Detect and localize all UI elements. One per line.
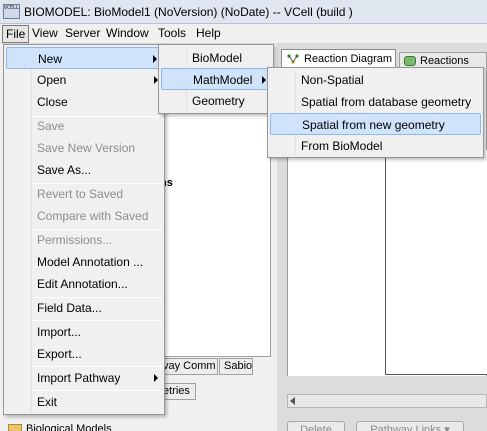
tab-reaction-diagram[interactable]: Reaction Diagram [281, 49, 396, 69]
tab-pathway-comm[interactable]: vay Comm [158, 358, 218, 375]
file-menu-field-data[interactable]: Field Data... [6, 297, 162, 319]
file-menu-permissions-label: Permissions... [37, 233, 113, 247]
file-menu-import[interactable]: Import... [6, 321, 162, 343]
spatial-new-geometry-label: Spatial from new geometry [302, 118, 445, 132]
spatial-db-geometry-label: Spatial from database geometry [301, 95, 472, 109]
file-menu-exit[interactable]: Exit [6, 391, 162, 413]
new-submenu-mathmodel[interactable]: MathModel [161, 68, 271, 90]
file-menu-compare-with-saved[interactable]: Compare with Saved [6, 205, 162, 227]
new-submenu-biomodel[interactable]: BioModel [161, 47, 271, 69]
file-menu-exit-label: Exit [37, 395, 58, 409]
file-menu-edit-annotation-label: Edit Annotation... [37, 277, 128, 291]
menu-file[interactable]: File [2, 25, 30, 43]
file-menu-export[interactable]: Export... [6, 343, 162, 365]
pathway-links-button[interactable]: Pathway Links ▾ [356, 421, 464, 431]
tree-item-biological-models[interactable]: Biological Models [8, 423, 112, 431]
mathmodel-non-spatial[interactable]: Non-Spatial [270, 69, 481, 91]
file-menu-close-label: Close [37, 95, 68, 109]
title-bar: VCELL BIOMODEL: BioModel1 (NoVersion) (N… [0, 0, 487, 24]
tab-reaction-diagram-label: Reaction Diagram [304, 53, 393, 65]
menu-view[interactable]: View [29, 25, 61, 43]
left-content-area [150, 112, 271, 357]
file-menu-export-label: Export... [37, 347, 82, 361]
horizontal-scrollbar[interactable] [287, 394, 487, 408]
file-menu-import-label: Import... [37, 325, 82, 339]
mathmodel-spatial-from-database-geometry[interactable]: Spatial from database geometry [270, 91, 481, 113]
file-menu-new-label: New [38, 52, 63, 66]
non-spatial-label: Non-Spatial [301, 73, 364, 87]
file-menu-import-pathway[interactable]: Import Pathway [6, 367, 162, 389]
submenu-arrow-icon [262, 76, 266, 84]
file-menu-save-label: Save [37, 119, 65, 133]
new-submenu: BioModel MathModel Geometry [158, 44, 274, 114]
file-menu-import-pathway-label: Import Pathway [37, 371, 121, 385]
folder-icon [8, 424, 22, 431]
new-geometry-label: Geometry [192, 94, 245, 108]
tree-item-label: Biological Models [26, 423, 112, 431]
menu-help[interactable]: Help [193, 25, 224, 43]
file-menu-save-new-version[interactable]: Save New Version [6, 137, 162, 159]
tab-sabio[interactable]: Sabio [219, 358, 253, 375]
submenu-arrow-icon [154, 374, 158, 382]
file-menu-edit-annotation[interactable]: Edit Annotation... [6, 273, 162, 295]
mathmodel-spatial-from-new-geometry[interactable]: Spatial from new geometry [270, 113, 481, 135]
file-menu-save-as[interactable]: Save As... [6, 159, 162, 181]
file-menu-revert-label: Revert to Saved [37, 187, 124, 201]
file-menu: New Open Close Save Save New Version Sav… [3, 44, 165, 415]
file-menu-open-label: Open [37, 73, 67, 87]
reaction-diagram-icon [287, 54, 299, 64]
file-menu-model-annotation[interactable]: Model Annotation ... [6, 251, 162, 273]
vcell-app-icon: VCELL [3, 4, 20, 19]
file-menu-field-data-label: Field Data... [37, 301, 102, 315]
tab-reactions-label: Reactions [420, 55, 469, 67]
mathmodel-submenu: Non-Spatial Spatial from database geomet… [267, 67, 484, 158]
diagram-shape [385, 150, 487, 375]
mathmodel-from-biomodel[interactable]: From BioModel [270, 135, 481, 157]
file-menu-permissions[interactable]: Permissions... [6, 229, 162, 251]
reactions-icon [404, 56, 416, 66]
file-menu-revert-to-saved[interactable]: Revert to Saved [6, 183, 162, 205]
file-menu-open[interactable]: Open [6, 69, 162, 91]
file-menu-new[interactable]: New [6, 47, 162, 69]
from-biomodel-label: From BioModel [301, 139, 383, 153]
submenu-arrow-icon [153, 55, 157, 63]
file-menu-compare-label: Compare with Saved [37, 209, 149, 223]
menu-server[interactable]: Server [62, 25, 103, 43]
window-title: BIOMODEL: BioModel1 (NoVersion) (NoDate)… [24, 5, 353, 19]
file-menu-close[interactable]: Close [6, 91, 162, 113]
file-menu-save[interactable]: Save [6, 115, 162, 137]
delete-button[interactable]: Delete [287, 421, 345, 431]
file-menu-save-as-label: Save As... [37, 163, 92, 177]
scroll-left-icon[interactable] [290, 397, 295, 405]
menu-bar: File View Server Window Tools Help [0, 24, 487, 44]
menu-window[interactable]: Window [103, 25, 152, 43]
new-submenu-geometry[interactable]: Geometry [161, 90, 271, 112]
menu-tools[interactable]: Tools [155, 25, 189, 43]
file-menu-model-annotation-label: Model Annotation ... [37, 255, 144, 269]
new-biomodel-label: BioModel [192, 51, 243, 65]
file-menu-save-new-version-label: Save New Version [37, 141, 136, 155]
new-mathmodel-label: MathModel [193, 73, 253, 87]
